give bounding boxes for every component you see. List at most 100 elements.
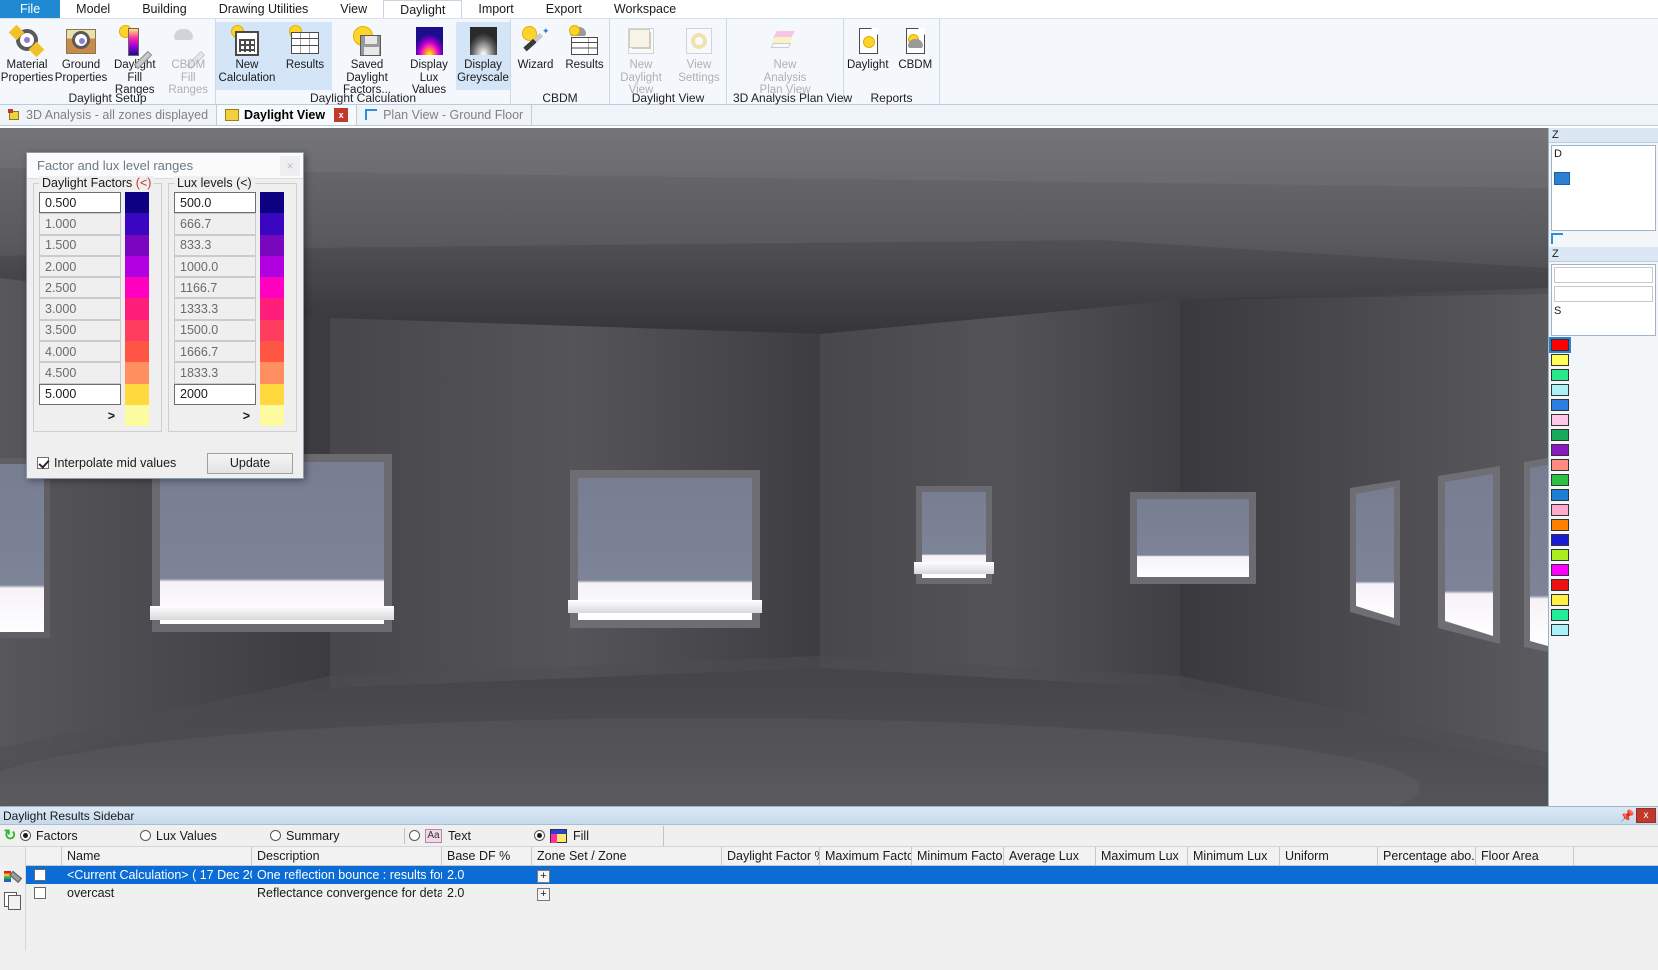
column-header-daylight-factor[interactable]: Daylight Factor %: [722, 847, 820, 865]
lux-level-input-1[interactable]: 666.7: [174, 213, 256, 235]
right-panel-list-2[interactable]: S: [1551, 264, 1656, 336]
colour-swatch[interactable]: [1551, 354, 1569, 366]
column-header-uniform[interactable]: Uniform: [1280, 847, 1378, 865]
ribbon-button-cbdm-wizard[interactable]: ✦ Wizard: [511, 22, 560, 90]
table-row[interactable]: overcast Reflectance convergence for det…: [26, 884, 1658, 902]
column-header-average-lux[interactable]: Average Lux: [1004, 847, 1096, 865]
column-header-zone-set[interactable]: Zone Set / Zone: [532, 847, 722, 865]
document-tab-daylight-view[interactable]: Daylight View x: [217, 105, 358, 125]
lux-level-input-6[interactable]: 1500.0: [174, 319, 256, 342]
right-panel-list-1[interactable]: D: [1551, 145, 1656, 231]
radio-factors[interactable]: Factors: [20, 829, 140, 843]
table-row[interactable]: <Current Calculation> ( 17 Dec 20,... On…: [26, 866, 1658, 884]
factor-lux-ranges-dialog[interactable]: Factor and lux level ranges × Daylight F…: [26, 152, 304, 479]
ribbon-tab-drawing-utilities[interactable]: Drawing Utilities: [203, 0, 325, 18]
row-checkbox[interactable]: [34, 887, 46, 899]
daylight-factor-input-7[interactable]: 4.000: [39, 341, 121, 363]
colour-swatch[interactable]: [1551, 444, 1569, 456]
colour-swatch[interactable]: [1551, 594, 1569, 606]
lux-level-input-2[interactable]: 833.3: [174, 234, 256, 256]
radio-fill[interactable]: Fill: [534, 828, 659, 843]
colour-swatch[interactable]: [1551, 609, 1569, 621]
colour-swatch[interactable]: [1551, 534, 1569, 546]
colour-swatch[interactable]: [1551, 399, 1569, 411]
daylight-factor-input-9[interactable]: 5.000: [39, 383, 121, 405]
ribbon-button-results[interactable]: Results: [278, 22, 332, 90]
colour-swatch[interactable]: [1551, 504, 1569, 516]
lux-level-input-7[interactable]: 1666.7: [174, 341, 256, 363]
daylight-factor-input-6[interactable]: 3.500: [39, 319, 121, 342]
right-panel-tabrow[interactable]: [1549, 233, 1658, 247]
daylight-factor-input-4[interactable]: 2.500: [39, 277, 121, 299]
row-checkbox[interactable]: [34, 869, 46, 881]
colour-swatch[interactable]: [1551, 384, 1569, 396]
lux-level-input-0[interactable]: 500.0: [174, 192, 256, 214]
daylight-factor-input-3[interactable]: 2.000: [39, 255, 121, 278]
lux-level-input-8[interactable]: 1833.3: [174, 362, 256, 384]
ribbon-tab-view[interactable]: View: [324, 0, 383, 18]
column-header-floor-area[interactable]: Floor Area: [1476, 847, 1574, 865]
column-header-percentage-above[interactable]: Percentage abo...: [1378, 847, 1476, 865]
document-tab-3d-analysis[interactable]: 3D Analysis - all zones displayed: [0, 105, 218, 125]
column-header-minimum-lux[interactable]: Minimum Lux: [1188, 847, 1280, 865]
colour-swatch[interactable]: [1551, 564, 1569, 576]
daylight-factor-input-1[interactable]: 1.000: [39, 213, 121, 235]
lux-level-input-4[interactable]: 1166.7: [174, 277, 256, 299]
radio-text[interactable]: Aa Text: [409, 828, 534, 843]
colour-swatch[interactable]: [1551, 519, 1569, 531]
colour-swatch[interactable]: [1551, 489, 1569, 501]
ribbon-button-display-lux-values[interactable]: Display Lux Values: [402, 22, 456, 96]
colour-swatch[interactable]: [1551, 429, 1569, 441]
daylight-factor-input-8[interactable]: 4.500: [39, 362, 121, 384]
colour-swatch[interactable]: [1551, 414, 1569, 426]
ribbon-button-cbdm-results[interactable]: Results: [560, 22, 609, 90]
ribbon-tab-model[interactable]: Model: [60, 0, 126, 18]
radio-summary[interactable]: Summary: [270, 829, 400, 843]
column-header-minimum-factor[interactable]: Minimum Factor: [912, 847, 1004, 865]
colour-swatch-list[interactable]: [1549, 337, 1658, 636]
colour-swatch[interactable]: [1551, 369, 1569, 381]
lux-level-input-3[interactable]: 1000.0: [174, 255, 256, 278]
document-tab-close-icon[interactable]: x: [334, 108, 349, 122]
column-header-description[interactable]: Description: [252, 847, 442, 865]
interpolate-mid-values-checkbox[interactable]: [37, 457, 49, 469]
daylight-factor-input-0[interactable]: 0.500: [39, 192, 121, 214]
colour-swatch[interactable]: [1551, 549, 1569, 561]
pin-icon[interactable]: 📌: [1618, 808, 1636, 823]
update-button[interactable]: Update: [207, 452, 293, 474]
ribbon-tab-file[interactable]: File: [0, 0, 61, 18]
daylight-factor-input-2[interactable]: 1.500: [39, 234, 121, 256]
ribbon-tab-building[interactable]: Building: [126, 0, 202, 18]
radio-lux-values[interactable]: Lux Values: [140, 829, 270, 843]
ribbon-button-cbdm-report[interactable]: CBDM: [892, 22, 940, 90]
ribbon-button-daylight-fill-ranges[interactable]: Daylight Fill Ranges: [108, 22, 162, 96]
ribbon-button-display-greyscale[interactable]: Display Greyscale: [456, 22, 510, 90]
close-icon[interactable]: ×: [280, 155, 300, 176]
ribbon-button-ground-properties[interactable]: Ground Properties: [54, 22, 108, 90]
colour-swatch[interactable]: [1551, 624, 1569, 636]
ribbon-tab-daylight[interactable]: Daylight: [383, 0, 463, 18]
ribbon-button-new-calculation[interactable]: New Calculation: [216, 22, 278, 90]
ribbon-button-daylight-report[interactable]: Daylight: [844, 22, 892, 90]
colour-pen-icon[interactable]: [3, 869, 22, 885]
colour-swatch[interactable]: [1551, 579, 1569, 591]
right-panel-selected-row[interactable]: [1554, 172, 1570, 185]
ribbon-tab-workspace[interactable]: Workspace: [598, 0, 692, 18]
column-header-name[interactable]: Name: [62, 847, 252, 865]
refresh-icon[interactable]: ↻: [0, 828, 20, 843]
ribbon-tab-export[interactable]: Export: [530, 0, 598, 18]
lux-level-input-9[interactable]: 2000: [174, 383, 256, 405]
column-header-maximum-factor[interactable]: Maximum Factor: [820, 847, 912, 865]
document-tab-plan-view[interactable]: Plan View - Ground Floor: [357, 105, 533, 125]
colour-swatch[interactable]: [1549, 337, 1571, 353]
colour-swatch[interactable]: [1551, 474, 1569, 486]
expand-icon[interactable]: +: [537, 870, 550, 883]
ribbon-button-material-properties[interactable]: Material Properties: [0, 22, 54, 90]
lux-level-input-5[interactable]: 1333.3: [174, 298, 256, 320]
results-table[interactable]: Name Description Base DF % Zone Set / Zo…: [26, 847, 1658, 951]
column-header-base-df[interactable]: Base DF %: [442, 847, 532, 865]
close-icon[interactable]: x: [1636, 808, 1656, 823]
ribbon-button-saved-daylight-factors[interactable]: Saved Daylight Factors...: [332, 22, 402, 96]
expand-icon[interactable]: +: [537, 888, 550, 901]
colour-swatch[interactable]: [1551, 459, 1569, 471]
